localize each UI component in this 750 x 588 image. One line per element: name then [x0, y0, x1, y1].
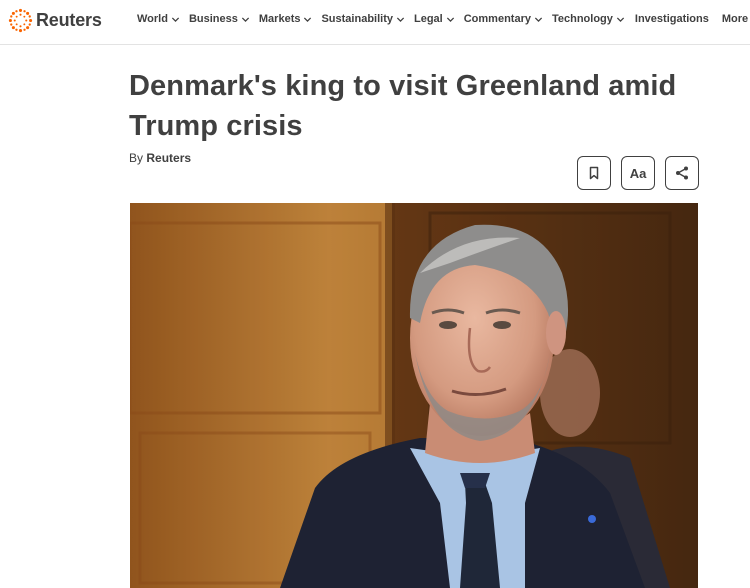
nav-item-label: Sustainability: [321, 13, 393, 25]
chevron-down-icon: [171, 16, 180, 22]
nav-item-markets[interactable]: Markets: [259, 13, 313, 25]
article-headline: Denmark's king to visit Greenland amid T…: [129, 66, 709, 146]
brand-name: Reuters: [36, 9, 102, 30]
byline: By Reuters: [129, 151, 191, 165]
reuters-dot-logo-icon: [8, 8, 33, 32]
nav-item-label: World: [137, 13, 168, 25]
chevron-down-icon: [534, 16, 543, 22]
nav-item-label: Markets: [258, 13, 301, 25]
nav-item-label: Commentary: [463, 13, 531, 25]
headline-line-1: Denmark's king to visit Greenland amid: [129, 70, 677, 102]
main-nav: World Business Markets Sustainability Le…: [137, 13, 750, 25]
byline-author[interactable]: Reuters: [146, 151, 191, 165]
nav-item-more[interactable]: More: [722, 13, 750, 25]
nav-item-label: Business: [188, 13, 238, 25]
chevron-down-icon: [396, 16, 405, 22]
nav-item-investigations[interactable]: Investigations: [635, 13, 709, 25]
nav-item-label: More: [721, 13, 749, 25]
bookmark-button[interactable]: [577, 156, 611, 190]
chevron-down-icon: [446, 16, 454, 22]
nav-item-technology[interactable]: Technology: [552, 13, 625, 25]
top-navigation-bar: Reuters World Business Markets Sustainab…: [0, 0, 750, 45]
chevron-down-icon: [616, 16, 625, 22]
king-portrait-image: [130, 203, 698, 588]
text-size-button[interactable]: Aa: [621, 156, 655, 190]
chevron-down-icon: [304, 16, 312, 22]
nav-item-world[interactable]: World: [137, 13, 180, 25]
share-button[interactable]: [665, 156, 699, 190]
byline-prefix: By: [129, 151, 144, 165]
article-tools: Aa: [577, 156, 699, 190]
nav-item-sustainability[interactable]: Sustainability: [321, 13, 405, 25]
share-icon: [676, 166, 688, 180]
nav-item-commentary[interactable]: Commentary: [464, 13, 543, 25]
reuters-logo[interactable]: Reuters: [8, 7, 102, 33]
nav-item-label: Technology: [551, 13, 613, 25]
headline-line-2: Trump crisis: [129, 110, 303, 142]
lead-photo[interactable]: [130, 203, 698, 588]
nav-item-label: Legal: [414, 13, 443, 25]
nav-item-business[interactable]: Business: [189, 13, 250, 25]
nav-item-label: Investigations: [634, 13, 709, 25]
text-size-label: Aa: [629, 165, 647, 181]
chevron-down-icon: [241, 16, 249, 22]
bookmark-icon: [589, 166, 599, 180]
nav-item-legal[interactable]: Legal: [414, 13, 455, 25]
